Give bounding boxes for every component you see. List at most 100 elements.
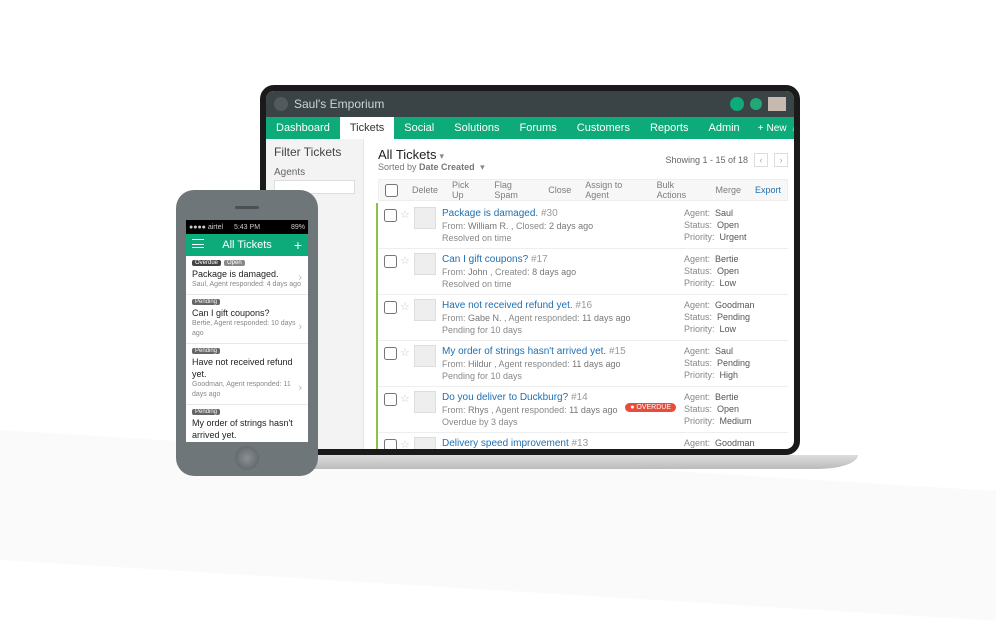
home-button[interactable] [235, 446, 259, 470]
ticket-thumbnail [414, 207, 436, 229]
mobile-list: OverdueOpenPackage is damaged.Saul, Agen… [186, 256, 308, 442]
ticket-checkbox[interactable] [384, 209, 397, 222]
phone-screen: ●●●● airtel 5:43 PM 89% All Tickets + Ov… [186, 220, 308, 442]
ticket-row[interactable]: ☆ Can I gift coupons? #17From: John , Cre… [378, 249, 788, 295]
ticket-props: Agent: SaulStatus: PendingPriority: High [684, 345, 788, 382]
toolbar-flagspam[interactable]: Flag Spam [494, 180, 534, 200]
mobile-list-item[interactable]: OverdueOpenPackage is damaged.Saul, Agen… [186, 256, 308, 295]
ticket-note: Resolved on time [442, 232, 684, 244]
ticket-meta: From: John , Created: 8 days ago [442, 266, 684, 278]
ticket-row[interactable]: ☆Package is damaged. #30From: William R.… [378, 203, 788, 249]
mobile-item-title: Package is damaged. [192, 268, 302, 280]
nav-forums[interactable]: Forums [510, 117, 567, 139]
mobile-list-item[interactable]: PendingMy order of strings hasn't arrive… [186, 405, 308, 442]
ticket-note: Overdue by 3 days [442, 416, 684, 428]
ticket-row[interactable]: ☆Do you deliver to Duckburg? #14From: Rh… [378, 387, 788, 433]
mobile-list-item[interactable]: PendingCan I gift coupons?Bertie, Agent … [186, 295, 308, 344]
carrier-label: ●●●● airtel [189, 224, 223, 231]
ticket-title[interactable]: Do you deliver to Duckburg? [442, 392, 568, 403]
main-nav: Dashboard Tickets Social Solutions Forum… [266, 117, 794, 139]
ticket-title[interactable]: Package is damaged. [442, 208, 538, 219]
ticket-row[interactable]: ☆ My order of strings hasn't arrived yet.… [378, 341, 788, 387]
agents-label: Agents [274, 167, 355, 178]
toolbar-merge[interactable]: Merge [715, 185, 741, 195]
ticket-id: #14 [571, 392, 588, 403]
help-icon[interactable] [730, 97, 744, 111]
presence-icon[interactable] [750, 98, 762, 110]
ticket-row[interactable]: ☆Delivery speed improvement #13From: Ash… [378, 433, 788, 449]
star-icon[interactable]: ☆ [400, 345, 414, 382]
pager-prev[interactable]: ‹ [754, 153, 768, 167]
mobile-item-meta: Saul, Agent responded: 11 days ago [192, 441, 302, 442]
status-badge: Open [224, 260, 245, 266]
page-title[interactable]: All Tickets▾ [370, 141, 485, 162]
ticket-list: ☆Package is damaged. #30From: William R.… [376, 203, 788, 449]
status-badge: Pending [192, 348, 220, 354]
new-button[interactable]: +New [758, 123, 787, 134]
main-content: All Tickets▾ Sorted by Date Created ▾ Sh… [364, 139, 794, 449]
nav-reports[interactable]: Reports [640, 117, 699, 139]
mobile-list-item[interactable]: PendingHave not received refund yet.Good… [186, 344, 308, 405]
nav-admin[interactable]: Admin [699, 117, 750, 139]
sidebar-title: Filter Tickets [274, 145, 355, 159]
ticket-checkbox[interactable] [384, 347, 397, 360]
toolbar-close[interactable]: Close [548, 185, 571, 195]
sort-info[interactable]: Sorted by Date Created ▾ [370, 162, 485, 179]
ticket-checkbox[interactable] [384, 393, 397, 406]
mobile-item-title: Have not received refund yet. [192, 356, 302, 380]
star-icon[interactable]: ☆ [400, 253, 414, 290]
toolbar-assign[interactable]: Assign to Agent [585, 180, 642, 200]
search-button[interactable]: ⌕Search [793, 123, 800, 134]
ticket-title[interactable]: Delivery speed improvement [442, 438, 569, 449]
add-button[interactable]: + [294, 237, 302, 253]
ticket-thumbnail [414, 391, 436, 413]
nav-social[interactable]: Social [394, 117, 444, 139]
ticket-thumbnail [414, 299, 436, 321]
select-all-checkbox[interactable] [385, 184, 398, 197]
toolbar-delete[interactable]: Delete [412, 185, 438, 195]
ticket-title[interactable]: My order of strings hasn't arrived yet. [442, 346, 606, 357]
star-icon[interactable]: ☆ [400, 299, 414, 336]
mobile-header: All Tickets + [186, 234, 308, 256]
star-icon[interactable]: ☆ [400, 207, 414, 244]
ticket-meta: From: William R. , Closed: 2 days ago [442, 220, 684, 232]
ticket-props: Agent: GoodmanStatus: PendingPriority: L… [684, 299, 788, 336]
ticket-title[interactable]: Have not received refund yet. [442, 300, 573, 311]
ticket-title[interactable]: Can I gift coupons? [442, 254, 528, 265]
toolbar-export[interactable]: Export [755, 185, 781, 195]
nav-customers[interactable]: Customers [567, 117, 640, 139]
menu-icon [192, 239, 204, 248]
laptop-window: Saul's Emporium Dashboard Tickets Social… [260, 85, 800, 455]
chevron-down-icon: ▾ [480, 162, 485, 172]
phone-speaker [235, 206, 259, 209]
status-badge: Pending [192, 299, 220, 305]
mobile-item-meta: Saul, Agent responded: 4 days ago [192, 280, 302, 290]
toolbar-pickup[interactable]: Pick Up [452, 180, 480, 200]
ticket-props: Agent: BertieStatus: OpenPriority: Low [684, 253, 788, 290]
mobile-item-title: My order of strings hasn't arrived yet. [192, 417, 302, 441]
ticket-row[interactable]: ☆Have not received refund yet. #16From: … [378, 295, 788, 341]
brand-logo-icon [274, 97, 288, 111]
star-icon[interactable]: ☆ [400, 437, 414, 449]
chevron-down-icon: ▾ [440, 151, 445, 161]
toolbar-bulk[interactable]: Bulk Actions [657, 180, 702, 200]
ticket-note: Pending for 10 days [442, 324, 684, 336]
mobile-item-title: Can I gift coupons? [192, 307, 302, 319]
star-icon[interactable]: ☆ [400, 391, 414, 428]
status-battery: 89% [291, 224, 305, 231]
mobile-title: All Tickets [222, 239, 272, 251]
ticket-id: #17 [531, 254, 548, 265]
pager-next[interactable]: › [774, 153, 788, 167]
ticket-checkbox[interactable] [384, 255, 397, 268]
nav-solutions[interactable]: Solutions [444, 117, 509, 139]
ticket-id: #15 [609, 346, 626, 357]
user-avatar[interactable] [768, 97, 786, 111]
ticket-checkbox[interactable] [384, 439, 397, 449]
plus-icon: + [758, 123, 764, 134]
ticket-id: #16 [575, 300, 592, 311]
menu-button[interactable] [192, 239, 204, 251]
nav-dashboard[interactable]: Dashboard [266, 117, 340, 139]
nav-tickets[interactable]: Tickets [340, 117, 394, 139]
ticket-checkbox[interactable] [384, 301, 397, 314]
ticket-thumbnail [414, 345, 436, 367]
